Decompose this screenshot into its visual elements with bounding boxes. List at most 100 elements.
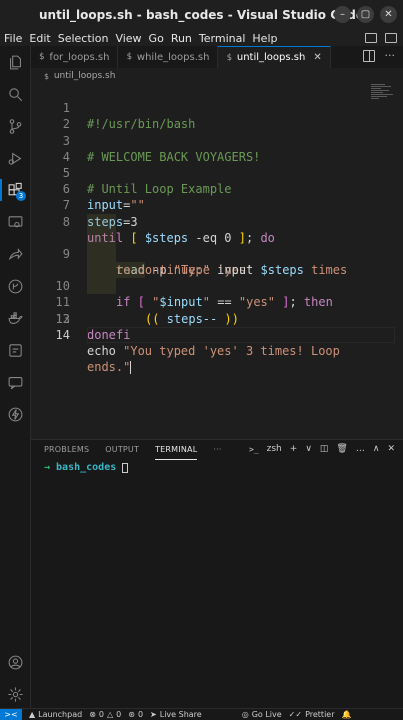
bottom-panel: PROBLEMS OUTPUT TERMINAL ··· >_ zsh + ∨ … [31, 439, 403, 708]
extensions-icon[interactable]: 3 [0, 176, 31, 204]
code-line: 5 # Until Loop Example [31, 149, 403, 196]
code-line-wrapped: to continue:" input [31, 229, 403, 277]
status-bar: >< ▲ Launchpad ⊗ 0 △ 0 ⊛ 0 ➤ Live Share ◎ Go Li… [0, 708, 403, 720]
thunder-client-icon[interactable] [0, 400, 31, 428]
token: ends." [87, 360, 131, 375]
text-cursor [130, 361, 132, 375]
extensions-badge: 3 [16, 191, 26, 201]
live-share-status-icon: ➤ [150, 710, 157, 719]
tab-until-loops[interactable]: $ until_loops.sh ✕ [218, 46, 331, 68]
toggle-sidebar-icon[interactable] [365, 33, 377, 43]
tab-while-loops[interactable]: $ while_loops.sh [118, 46, 219, 68]
maximize-button[interactable]: ▢ [357, 6, 374, 23]
panel-more-icon[interactable]: ··· [213, 440, 221, 460]
search-icon[interactable] [0, 80, 31, 108]
ports-status[interactable]: ⊛ 0 [128, 710, 143, 719]
prompt-arrow-icon: → [44, 462, 51, 473]
broadcast-icon: ◎ [241, 710, 249, 719]
more-icon[interactable]: … [356, 444, 365, 454]
breadcrumb: $ until_loops.sh [31, 68, 403, 84]
shell-file-icon: $ [226, 52, 232, 63]
remote-explorer-icon[interactable] [0, 208, 31, 236]
explorer-icon[interactable] [0, 48, 31, 76]
ports-count: 0 [137, 710, 144, 719]
menu-view[interactable]: View [115, 32, 141, 45]
close-window-button[interactable]: ✕ [380, 6, 397, 23]
code-line: 11 (( steps-- )) [31, 262, 403, 326]
close-panel-icon[interactable]: ✕ [387, 444, 395, 454]
activity-bar: 3 [0, 46, 31, 708]
close-tab-icon[interactable]: ✕ [313, 52, 321, 63]
more-actions-icon[interactable]: ··· [385, 50, 396, 62]
split-editor-icon[interactable] [362, 50, 375, 62]
terminal-prompt[interactable]: → bash_codes [44, 462, 129, 473]
prompt-directory: bash_codes [56, 462, 117, 473]
code-line: 2 [31, 100, 403, 131]
error-count: 0 [98, 710, 104, 719]
title-bar: until_loops.sh - bash_codes - Visual Stu… [0, 0, 403, 30]
run-debug-icon[interactable] [0, 144, 31, 172]
minimize-button[interactable]: – [334, 6, 351, 23]
terminal-icon: >_ [249, 444, 259, 454]
live-share-icon[interactable] [0, 240, 31, 268]
check-icon: ✓✓ [288, 710, 303, 719]
menu-bar: File Edit Selection View Go Run Terminal… [0, 30, 403, 46]
menu-edit[interactable]: Edit [29, 32, 50, 45]
menu-run[interactable]: Run [171, 32, 192, 45]
tab-problems[interactable]: PROBLEMS [44, 440, 89, 460]
tab-for-loops[interactable]: $ for_loops.sh [31, 46, 119, 68]
warning-icon: △ [106, 710, 114, 719]
tab-label: until_loops.sh [236, 52, 306, 63]
menu-file[interactable]: File [4, 32, 22, 45]
shell-file-icon: $ [44, 71, 49, 81]
notifications-icon[interactable]: 🔔 [342, 710, 352, 719]
code-line: 13 done [31, 294, 403, 342]
source-control-icon[interactable] [0, 112, 31, 140]
terminal-dropdown-icon[interactable]: ∨ [305, 444, 312, 454]
code-line: 7 steps=3 [31, 181, 403, 228]
launchpad-label: Launchpad [38, 710, 83, 719]
code-line: 10 if [ "$input" == "yes" ]; then [31, 245, 403, 309]
code-line: 8 until [ $steps -eq 0 ]; do [31, 197, 403, 245]
prettier-status[interactable]: ✓✓ Prettier [289, 710, 335, 719]
shell-name[interactable]: zsh [267, 444, 282, 454]
window-title: until_loops.sh - bash_codes - Visual Stu… [39, 8, 364, 22]
live-share-status[interactable]: ➤ Live Share [150, 710, 202, 719]
tab-terminal[interactable]: TERMINAL [155, 440, 198, 460]
chat-icon[interactable] [0, 368, 31, 396]
tab-output[interactable]: OUTPUT [105, 440, 139, 460]
docker-icon[interactable] [0, 304, 31, 332]
rocket-icon: ▲ [29, 710, 36, 719]
kill-terminal-icon[interactable]: 🗑 [336, 444, 347, 454]
menu-terminal[interactable]: Terminal [199, 32, 246, 45]
code-line: 6 input="" [31, 165, 403, 212]
shell-file-icon: $ [126, 52, 132, 62]
terminal-cursor [122, 462, 129, 473]
breadcrumb-file[interactable]: until_loops.sh [54, 71, 116, 81]
error-icon: ⊗ [89, 710, 96, 719]
code-editor[interactable]: 1 #!/usr/bin/bash 2 3 # WELCOME BACK VOY… [31, 84, 403, 439]
prettier-label: Prettier [305, 710, 335, 719]
code-line: 1 #!/usr/bin/bash [31, 84, 403, 131]
account-icon[interactable] [0, 648, 31, 676]
menu-go[interactable]: Go [149, 32, 164, 45]
launchpad-item[interactable]: ▲ Launchpad [29, 710, 82, 719]
customize-layout-icon[interactable] [385, 33, 397, 43]
code-line-wrapped: ends." [31, 326, 403, 375]
maximize-panel-icon[interactable]: ∧ [373, 444, 380, 454]
window-controls: – ▢ ✕ [334, 6, 397, 23]
containers-icon[interactable] [0, 336, 31, 364]
problems-status[interactable]: ⊗ 0 △ 0 [89, 710, 121, 719]
token: "You typed 'yes' 3 times! Loop [115, 344, 340, 359]
split-terminal-icon[interactable]: ◫ [320, 444, 329, 454]
remote-indicator[interactable]: >< [0, 708, 22, 720]
go-live-status[interactable]: ◎ Go Live [242, 710, 282, 719]
code-line: 12 fi [31, 278, 403, 342]
new-terminal-icon[interactable]: + [290, 444, 298, 454]
editor-tabs: $ for_loops.sh $ while_loops.sh $ until_… [31, 46, 403, 68]
menu-selection[interactable]: Selection [58, 32, 109, 45]
code-line: 14 echo "You typed 'yes' 3 times! Loop [31, 311, 403, 358]
settings-gear-icon[interactable] [0, 680, 31, 708]
menu-help[interactable]: Help [252, 32, 277, 45]
github-icon[interactable] [0, 272, 31, 300]
